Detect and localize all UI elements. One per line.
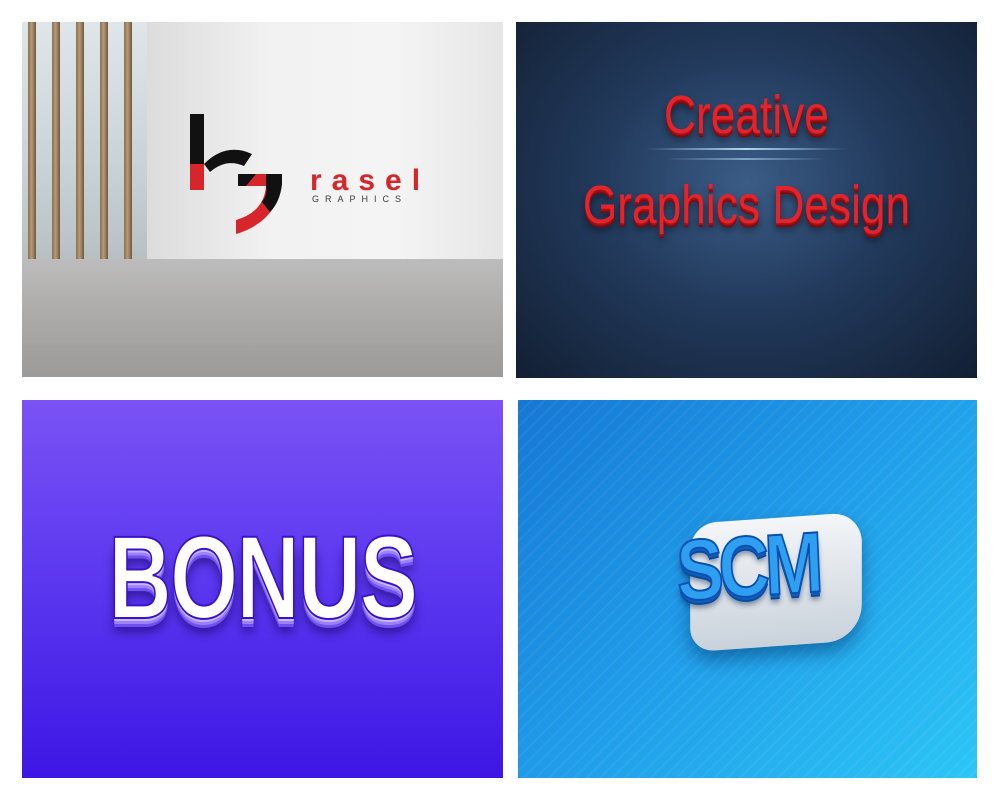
creative-design-panel: Creative Graphics Design (516, 22, 977, 378)
bonus-panel: BONUS (22, 400, 503, 778)
logo-mockup-panel: rasel GRAPHICS (22, 22, 503, 377)
logo-wordmark: rasel (310, 164, 431, 197)
logo-tagline: GRAPHICS (312, 194, 408, 204)
rg-logo-mark (190, 114, 282, 234)
window (22, 22, 147, 262)
floor (22, 259, 503, 377)
bonus-text: BONUS (108, 511, 419, 645)
scm-panel: SCM (518, 400, 977, 778)
light-streak (646, 148, 846, 150)
headline-line-2: Graphics Design (582, 175, 911, 235)
headline-line-1: Creative (664, 85, 829, 145)
light-streak (666, 158, 826, 160)
